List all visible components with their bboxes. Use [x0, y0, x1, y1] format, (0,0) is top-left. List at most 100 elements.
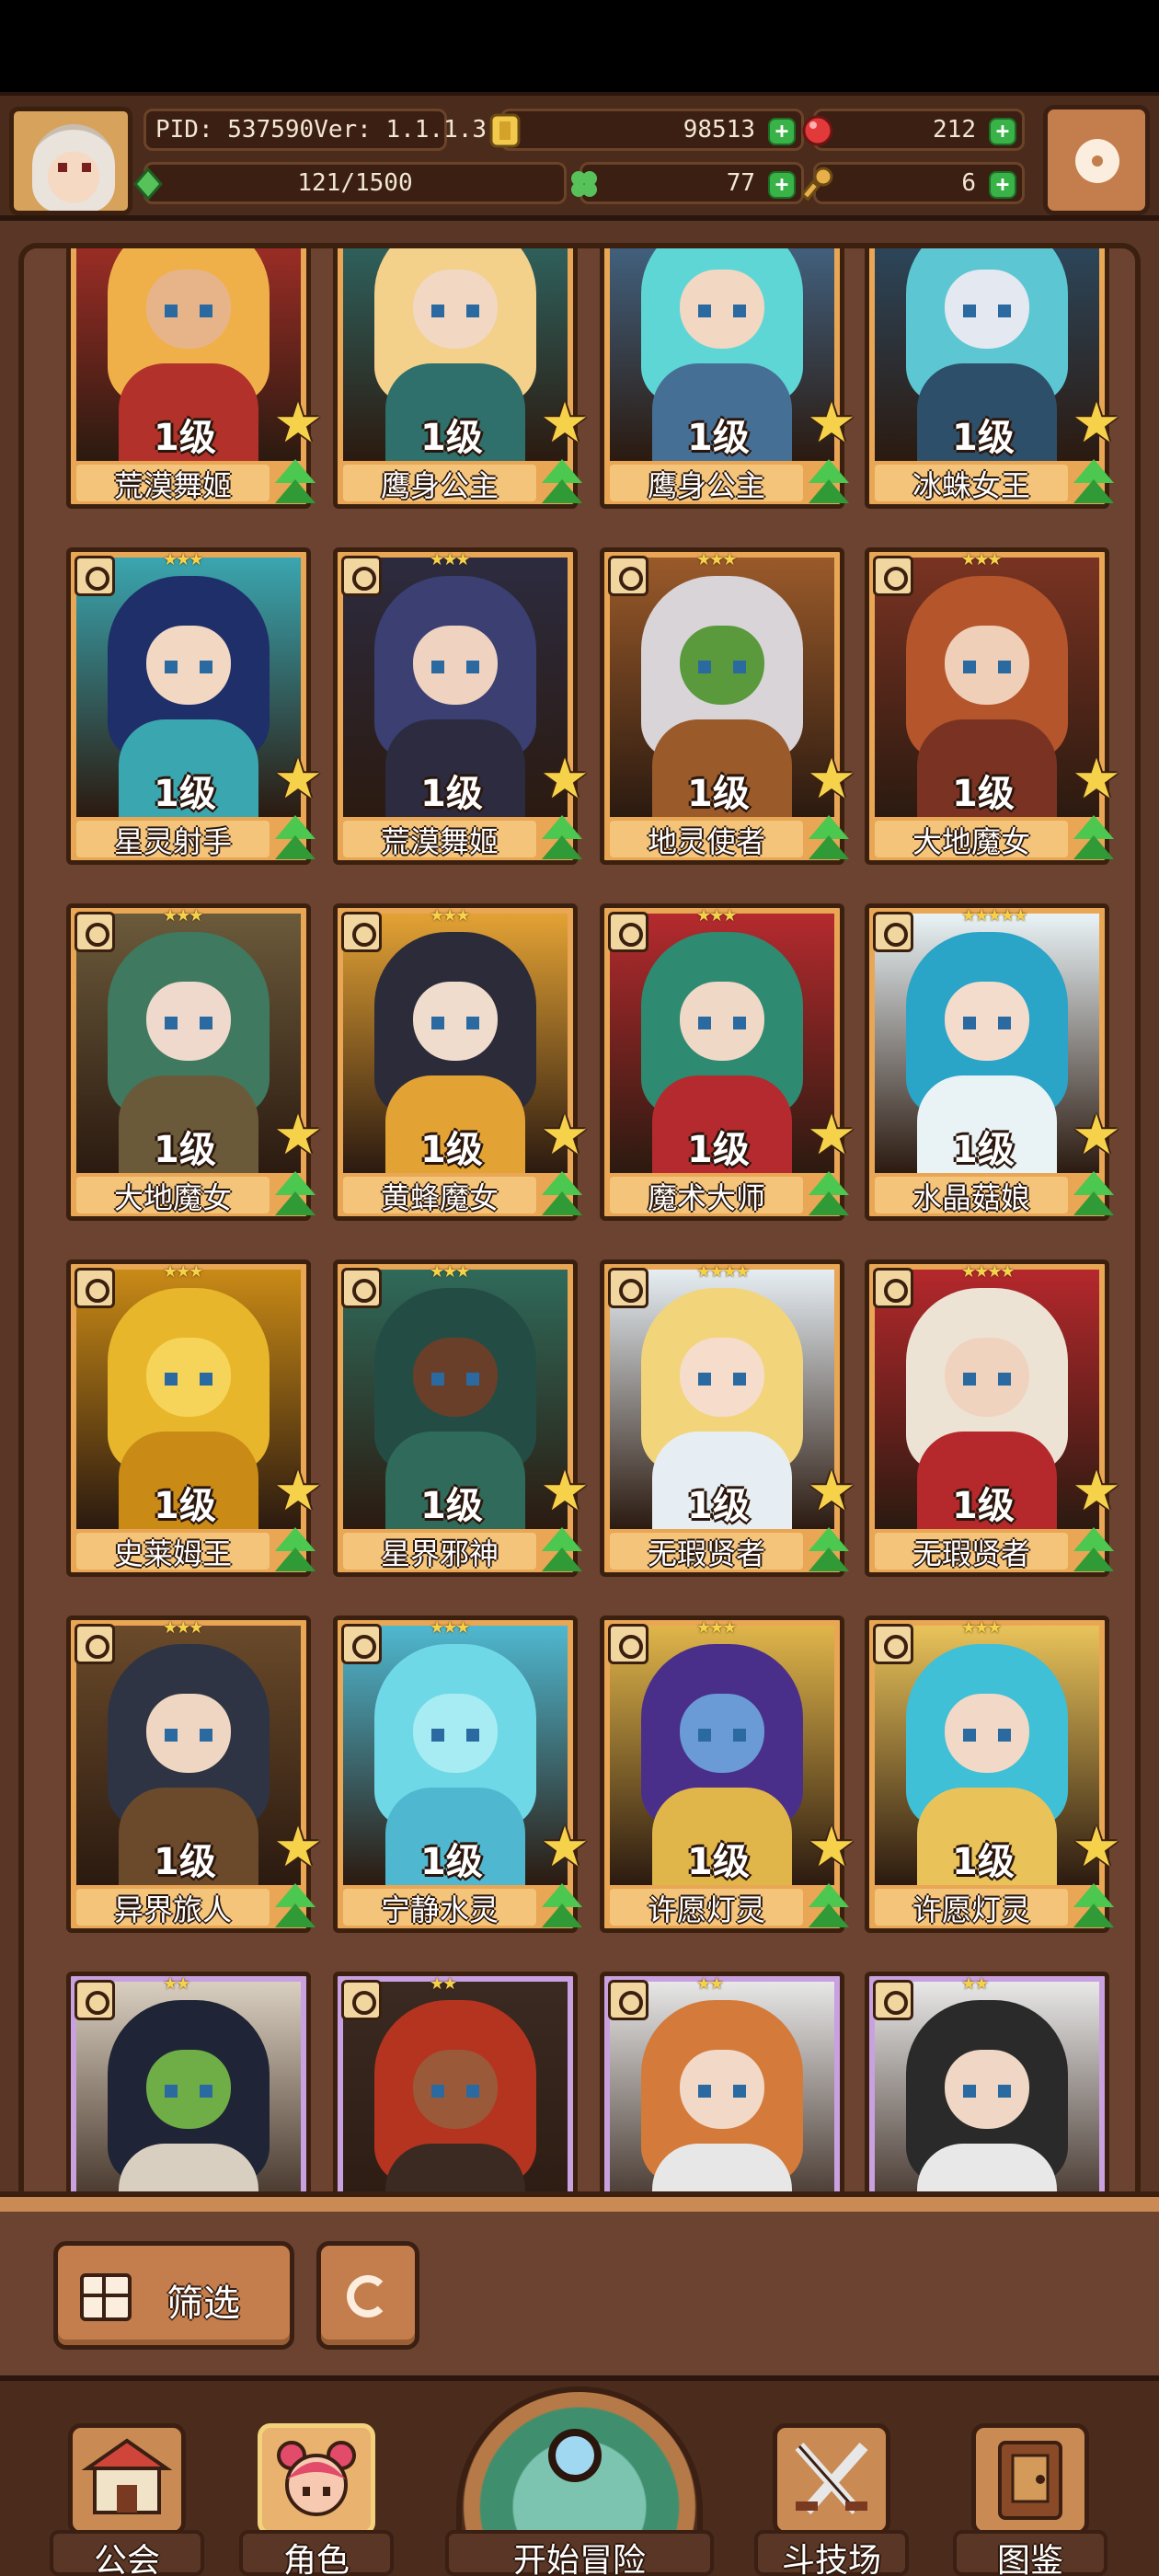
top-header: PID: 537590 Ver: 1.1.1.3 98513 + 212 + 1… — [0, 92, 1159, 221]
add-gold-button[interactable]: + — [768, 118, 796, 145]
hero-card[interactable]: ★★★ 1级 ★ 宁静水灵 — [333, 1616, 590, 1933]
hero-name: 鹰身公主 — [647, 468, 765, 503]
add-gem-button[interactable]: + — [989, 118, 1016, 145]
hero-card[interactable]: ★★ — [333, 1972, 578, 2193]
hero-card[interactable]: ★★★ 1级 ★ 异界旅人 — [66, 1616, 323, 1933]
hero-name: 水晶菇娘 — [912, 1180, 1030, 1215]
hero-card[interactable]: ★★★ 1级 ★ 许愿灯灵 — [600, 1616, 856, 1933]
grid-filter-icon — [80, 2273, 132, 2321]
hero-name: 星灵射手 — [113, 824, 232, 859]
hero-class-icon — [608, 1980, 648, 2020]
hero-card[interactable]: ★★★ 1级 ★ 星灵射手 — [66, 547, 323, 865]
level-up-arrow-icon — [805, 1883, 853, 1933]
hero-card[interactable]: ★★★ 1级 ★ 大地魔女 — [865, 547, 1121, 865]
hero-card[interactable]: ★★★ 1级 ★ 魔术大师 — [600, 903, 856, 1221]
star-upgrade-icon: ★ — [1072, 1459, 1121, 1524]
player-avatar[interactable] — [9, 107, 132, 215]
hero-card[interactable]: ★★★★ 1级 ★ 无瑕贤者 — [600, 1259, 856, 1577]
hero-grid[interactable]: 1级 ★ 荒漠舞姬 1级 ★ 鹰身公主 1级 ★ 鹰身公主 1级 ★ 冰蛛女王 ★★★ 1级 ★ 星灵射手 ★★… — [24, 248, 1135, 2193]
star-upgrade-icon: ★ — [540, 391, 590, 455]
hero-list-panel: 1级 ★ 荒漠舞姬 1级 ★ 鹰身公主 1级 ★ 鹰身公主 1级 ★ 冰蛛女王 ★★★ 1级 ★ 星灵射手 ★★… — [0, 221, 1159, 2193]
exp-leaf-icon — [133, 167, 163, 201]
hero-card[interactable]: 1级 ★ 荒漠舞姬 — [66, 248, 323, 509]
filter-bar-trim — [0, 2197, 1159, 2212]
level-up-arrow-icon — [1070, 459, 1118, 509]
hero-level: 1级 — [952, 773, 1015, 815]
key-icon — [801, 167, 833, 201]
hero-level: 1级 — [687, 1129, 750, 1171]
hero-level: 1级 — [154, 417, 216, 459]
level-up-arrow-icon — [805, 1171, 853, 1221]
hero-stars: ★★★★ — [696, 1262, 751, 1282]
hero-card[interactable]: ★★★ 1级 ★ 许愿灯灵 — [865, 1616, 1121, 1933]
hero-card[interactable]: ★★★★★ 1级 ★ 水晶菇娘 — [865, 903, 1121, 1221]
hero-stars: ★★★ — [430, 1618, 470, 1638]
avatar-eye — [82, 163, 91, 172]
hero-card[interactable]: ★★ — [600, 1972, 844, 2193]
hero-class-icon — [873, 1980, 913, 2020]
reset-sort-button[interactable] — [316, 2241, 419, 2350]
nav-guild-label: 公会 — [93, 2542, 160, 2576]
hero-class-icon — [873, 912, 913, 952]
hero-stars: ★★ — [430, 1974, 457, 1994]
hero-card[interactable]: ★★★ 1级 ★ 荒漠舞姬 — [333, 547, 590, 865]
hero-card[interactable]: 1级 ★ 冰蛛女王 — [865, 248, 1121, 509]
hero-class-icon — [608, 556, 648, 596]
hero-stars: ★★★ — [430, 550, 470, 569]
pid-text: PID: 537590 — [155, 116, 315, 144]
exp-bar: 121/1500 — [133, 162, 567, 204]
add-key-button[interactable]: + — [989, 171, 1016, 199]
hero-card[interactable]: ★★ — [66, 1972, 311, 2193]
hero-card[interactable]: ★★★ 1级 ★ 黄蜂魔女 — [333, 903, 590, 1221]
hero-stars: ★★★★★ — [961, 906, 1028, 926]
hero-level: 1级 — [687, 417, 750, 459]
level-up-arrow-icon — [1070, 1171, 1118, 1221]
avatar-face — [32, 124, 115, 211]
hero-stars: ★★★ — [696, 906, 737, 926]
hero-card[interactable]: 1级 ★ 鹰身公主 — [333, 248, 590, 509]
bottom-nav: 公会 角色 开始冒险 斗技场 图鉴 — [0, 2375, 1159, 2576]
nav-codex[interactable]: 图鉴 — [953, 2423, 1107, 2576]
settings-button[interactable] — [1043, 105, 1150, 215]
level-up-arrow-icon — [1070, 815, 1118, 865]
hero-stars: ★★★ — [163, 550, 203, 569]
level-up-arrow-icon — [805, 459, 853, 509]
add-clover-button[interactable]: + — [768, 171, 796, 199]
nav-adventure-label: 开始冒险 — [512, 2542, 646, 2576]
star-upgrade-icon: ★ — [540, 747, 590, 811]
nav-arena[interactable]: 斗技场 — [754, 2423, 909, 2576]
nav-guild[interactable]: 公会 — [50, 2423, 204, 2576]
refresh-icon — [347, 2275, 389, 2317]
hero-class-icon — [75, 912, 115, 952]
red-gem-icon — [802, 115, 833, 146]
hero-name: 大地魔女 — [113, 1180, 232, 1215]
hero-level: 1级 — [687, 773, 750, 815]
nav-arena-label: 斗技场 — [781, 2542, 881, 2576]
hero-card[interactable]: ★★★ 1级 ★ 星界邪神 — [333, 1259, 590, 1577]
star-upgrade-icon: ★ — [1072, 1103, 1121, 1167]
star-upgrade-icon: ★ — [540, 1103, 590, 1167]
level-up-arrow-icon — [271, 1171, 319, 1221]
hero-name: 黄蜂魔女 — [380, 1180, 499, 1215]
hero-level: 1级 — [952, 1841, 1015, 1883]
star-upgrade-icon: ★ — [807, 1459, 856, 1524]
hero-name: 荒漠舞姬 — [380, 824, 499, 859]
star-upgrade-icon: ★ — [273, 1459, 323, 1524]
hero-card[interactable]: ★★★ 1级 ★ 大地魔女 — [66, 903, 323, 1221]
nav-start-adventure[interactable]: 开始冒险 — [445, 2381, 714, 2576]
hero-card[interactable]: ★★★ 1级 ★ 地灵使者 — [600, 547, 856, 865]
gold-amount: 98513 — [683, 116, 755, 144]
hero-card[interactable]: ★★★ 1级 ★ 史莱姆王 — [66, 1259, 323, 1577]
filter-button[interactable]: 筛选 — [53, 2241, 294, 2350]
hero-name: 史莱姆王 — [113, 1536, 232, 1571]
hero-stars: ★★★ — [163, 1262, 203, 1282]
hero-card[interactable]: ★★★★ 1级 ★ 无瑕贤者 — [865, 1259, 1121, 1577]
hero-name: 无瑕贤者 — [647, 1536, 765, 1571]
hero-card[interactable]: 1级 ★ 鹰身公主 — [600, 248, 856, 509]
nav-hero[interactable]: 角色 — [239, 2423, 394, 2576]
magnifier-icon — [548, 2429, 602, 2482]
hero-card[interactable]: ★★ — [865, 1972, 1109, 2193]
level-up-arrow-icon — [538, 1171, 586, 1221]
level-up-arrow-icon — [805, 815, 853, 865]
hero-stars: ★★★ — [696, 1618, 737, 1638]
